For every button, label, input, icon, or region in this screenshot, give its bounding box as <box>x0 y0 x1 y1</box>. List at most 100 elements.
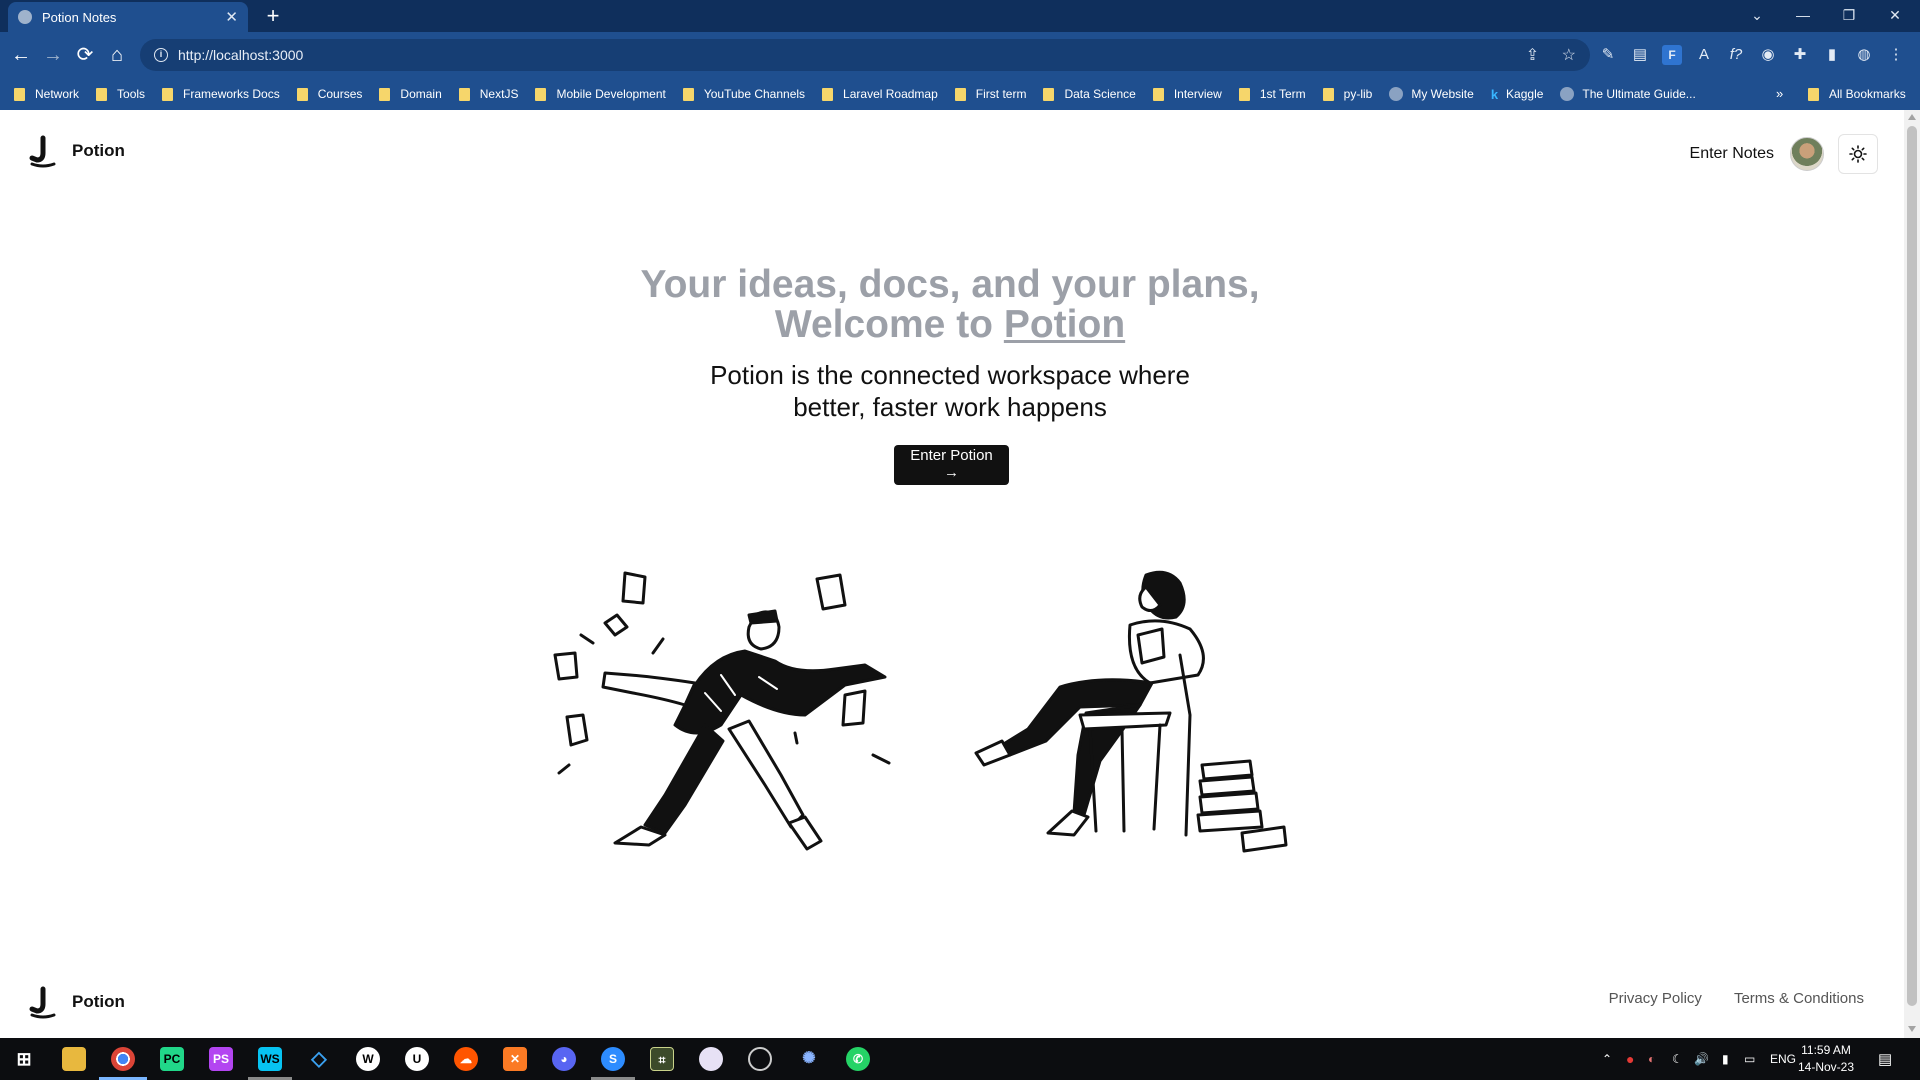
kaggle-icon: k <box>1490 86 1499 102</box>
all-bookmarks-button[interactable]: All Bookmarks <box>1808 78 1906 110</box>
windows-start-icon[interactable]: ⊞ <box>12 1047 36 1071</box>
bookmark-item[interactable]: Domain <box>379 87 442 101</box>
terminal-app-icon[interactable]: ⌗ <box>650 1047 674 1071</box>
address-bar[interactable]: i http://localhost:3000 ⇪ ☆ <box>140 39 1590 71</box>
bug-app-icon[interactable]: ✺ <box>797 1047 821 1071</box>
extension-font-icon[interactable]: A <box>1694 45 1714 65</box>
header-nav: Enter Notes <box>1690 134 1878 174</box>
page-scrollbar[interactable] <box>1904 110 1920 1038</box>
xampp-icon[interactable]: ✕ <box>503 1047 527 1071</box>
folder-icon <box>96 87 108 101</box>
pycharm-icon[interactable]: PC <box>160 1047 184 1071</box>
scroll-down-arrow-icon[interactable] <box>1908 1026 1916 1032</box>
bookmark-label: The Ultimate Guide... <box>1582 87 1696 101</box>
chrome-icon[interactable] <box>111 1047 135 1071</box>
browser-tab-active[interactable]: Potion Notes ✕ <box>8 2 248 32</box>
back-arrow-icon[interactable]: ← <box>8 42 34 68</box>
scroll-thumb[interactable] <box>1907 126 1917 1006</box>
close-window-button[interactable]: ✕ <box>1872 4 1918 26</box>
extension-translate-icon[interactable]: F <box>1662 45 1682 65</box>
unreal-engine-icon[interactable]: U <box>405 1047 429 1071</box>
site-info-icon[interactable]: i <box>154 48 168 62</box>
bookmark-item[interactable]: Mobile Development <box>535 87 666 101</box>
profile-icon[interactable]: ◍ <box>1854 45 1874 65</box>
bookmarks-overflow-button[interactable]: » <box>1776 86 1783 101</box>
potion-logo-icon <box>29 986 56 1019</box>
bookmark-item[interactable]: The Ultimate Guide... <box>1560 87 1696 101</box>
blue-app-icon[interactable]: S <box>601 1047 625 1071</box>
footer-links: Privacy Policy Terms & Conditions <box>1609 990 1864 1007</box>
bookmark-item[interactable]: First term <box>954 87 1027 101</box>
folder-icon <box>296 87 308 101</box>
tray-moon-icon[interactable]: ☾ <box>1672 1038 1683 1080</box>
bookmark-label: py-lib <box>1343 87 1373 101</box>
forward-arrow-icon[interactable]: → <box>40 42 66 68</box>
menu-kebab-icon[interactable]: ⋮ <box>1886 45 1906 65</box>
bookmark-label: First term <box>975 87 1027 101</box>
bookmark-item[interactable]: Laravel Roadmap <box>822 87 938 101</box>
network-icon[interactable]: ▭ <box>1744 1038 1755 1080</box>
tab-title: Potion Notes <box>42 9 117 25</box>
share-icon[interactable]: ⇪ <box>1526 47 1539 64</box>
user-avatar[interactable] <box>1790 137 1824 171</box>
side-panel-icon[interactable]: ▮ <box>1822 45 1842 65</box>
enter-potion-button[interactable]: Enter Potion → <box>894 445 1009 485</box>
home-icon[interactable]: ⌂ <box>104 42 130 68</box>
whatsapp-icon[interactable]: ✆ <box>846 1047 870 1071</box>
bookmark-label: Data Science <box>1064 87 1136 101</box>
reload-icon[interactable]: ⟳ <box>72 42 98 68</box>
notification-icon[interactable]: ▤ <box>1878 1038 1892 1080</box>
footer-brand[interactable]: Potion <box>28 985 125 1019</box>
language-indicator[interactable]: ENG <box>1770 1038 1796 1080</box>
extension-pen-icon[interactable]: ✎ <box>1598 45 1618 65</box>
webstorm-icon[interactable]: WS <box>258 1047 282 1071</box>
folder-icon <box>1152 87 1164 101</box>
brain-app-icon[interactable] <box>699 1047 723 1071</box>
vscode-icon[interactable]: ◇ <box>307 1047 331 1071</box>
folder-icon <box>822 87 834 101</box>
tray-app-icon[interactable]: ◐ <box>1648 1038 1655 1080</box>
bookmark-item[interactable]: Network <box>14 87 79 101</box>
bookmark-item[interactable]: py-lib <box>1322 87 1373 101</box>
discord-icon[interactable]: ◕ <box>552 1047 576 1071</box>
bookmark-item[interactable]: Data Science <box>1043 87 1136 101</box>
phpstorm-icon[interactable]: PS <box>209 1047 233 1071</box>
close-tab-icon[interactable]: ✕ <box>225 8 238 26</box>
tab-search-icon[interactable]: ⌄ <box>1734 4 1780 26</box>
privacy-policy-link[interactable]: Privacy Policy <box>1609 990 1702 1007</box>
browser-titlebar: Potion Notes ✕ + ⌄ — ❐ ✕ <box>0 0 1920 32</box>
microphone-icon[interactable]: ▮ <box>1722 1038 1729 1080</box>
soundcloud-icon[interactable]: ☁ <box>454 1047 478 1071</box>
bookmark-item[interactable]: Frameworks Docs <box>162 87 280 101</box>
wordpress-icon[interactable]: W <box>356 1047 380 1071</box>
bookmark-item[interactable]: My Website <box>1389 87 1474 101</box>
file-explorer-icon[interactable] <box>62 1047 86 1071</box>
site-favicon-icon <box>1389 87 1404 101</box>
restore-button[interactable]: ❐ <box>1826 4 1872 26</box>
volume-icon[interactable]: 🔊 <box>1694 1038 1709 1080</box>
bookmark-item[interactable]: Interview <box>1152 87 1222 101</box>
new-tab-button[interactable]: + <box>260 4 286 30</box>
header-brand[interactable]: Potion <box>28 134 125 168</box>
taskbar-clock[interactable]: 11:59 AM 14-Nov-23 <box>1798 1042 1854 1076</box>
bookmark-star-icon[interactable]: ☆ <box>1562 47 1576 64</box>
bookmark-item[interactable]: Tools <box>96 87 145 101</box>
extensions-puzzle-icon[interactable]: ✚ <box>1790 45 1810 65</box>
tray-record-icon[interactable]: ● <box>1626 1038 1634 1080</box>
extension-formula-icon[interactable]: f? <box>1726 45 1746 65</box>
extension-face-icon[interactable]: ◉ <box>1758 45 1778 65</box>
bookmark-item[interactable]: k Kaggle <box>1491 87 1544 102</box>
extension-printer-icon[interactable]: ▤ <box>1630 45 1650 65</box>
theme-toggle-button[interactable] <box>1838 134 1878 174</box>
obs-icon[interactable] <box>748 1047 772 1071</box>
bookmark-item[interactable]: 1st Term <box>1238 87 1306 101</box>
scroll-up-arrow-icon[interactable] <box>1908 114 1916 120</box>
terms-conditions-link[interactable]: Terms & Conditions <box>1734 990 1864 1007</box>
minimize-button[interactable]: — <box>1780 4 1826 26</box>
bookmark-item[interactable]: NextJS <box>458 87 518 101</box>
bookmark-item[interactable]: Courses <box>296 87 362 101</box>
hero-title: Your ideas, docs, and your plans, Welcom… <box>560 265 1340 345</box>
enter-notes-link[interactable]: Enter Notes <box>1690 145 1774 163</box>
bookmark-item[interactable]: YouTube Channels <box>682 87 805 101</box>
tray-chevron-icon[interactable]: ⌃ <box>1602 1038 1612 1080</box>
